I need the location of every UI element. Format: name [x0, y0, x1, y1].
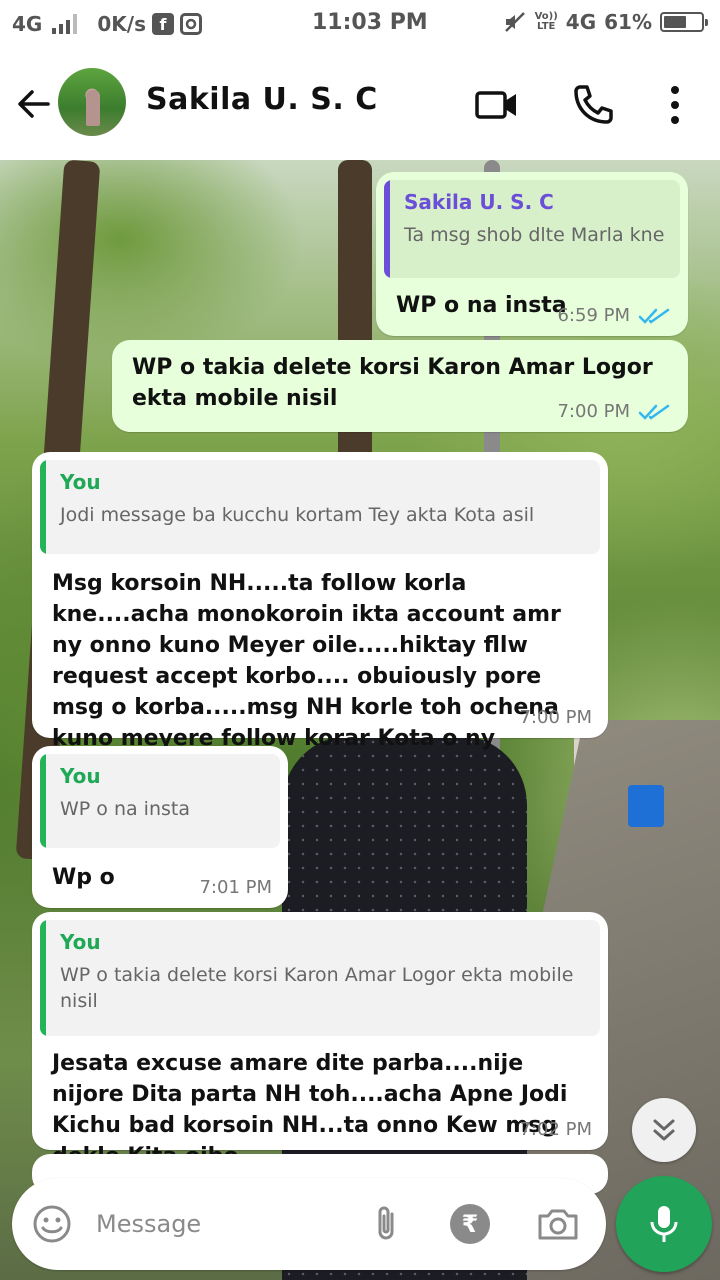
- message-time: 7:01 PM: [199, 877, 272, 898]
- quote-text: WP o na insta: [60, 798, 190, 820]
- quoted-message[interactable]: You Jodi message ba kucchu kortam Tey ak…: [40, 460, 600, 554]
- quote-author: You: [60, 764, 101, 788]
- message-meta: 7:01 PM: [199, 877, 272, 898]
- quoted-message[interactable]: You WP o na insta: [40, 754, 280, 848]
- message-bubble-outgoing[interactable]: Sakila U. S. C Ta msg shob dlte Marla kn…: [376, 172, 688, 336]
- status-bar: 4G 0K/s f 11:03 PM Vo)) LTE 4G 61%: [0, 0, 720, 48]
- message-time: 6:59 PM: [557, 305, 630, 326]
- chat-list: Sakila U. S. C Ta msg shob dlte Marla kn…: [0, 160, 720, 1194]
- scroll-to-bottom-button[interactable]: [632, 1098, 696, 1162]
- quote-author: You: [60, 470, 101, 494]
- network-type-2: 4G: [565, 10, 597, 34]
- quote-text: WP o takia delete korsi Karon Amar Logor…: [60, 964, 574, 1012]
- quoted-message[interactable]: Sakila U. S. C Ta msg shob dlte Marla kn…: [384, 180, 680, 278]
- message-bubble-incoming[interactable]: You Jodi message ba kucchu kortam Tey ak…: [32, 452, 608, 751]
- message-meta: 7:02 PM: [519, 1119, 592, 1140]
- message-time: 7:00 PM: [519, 707, 592, 728]
- quote-text: Ta msg shob dlte Marla kne: [404, 224, 665, 246]
- emoji-icon[interactable]: [32, 1204, 72, 1244]
- quote-text: Jodi message ba kucchu kortam Tey akta K…: [60, 504, 535, 526]
- message-bubble-incoming[interactable]: You WP o takia delete korsi Karon Amar L…: [32, 912, 608, 1169]
- camera-icon[interactable]: [536, 1204, 580, 1244]
- clock: 11:03 PM: [312, 10, 428, 35]
- avatar[interactable]: [58, 68, 126, 136]
- message-meta: 7:00 PM: [519, 707, 592, 728]
- volte-indicator: Vo)) LTE: [535, 12, 558, 32]
- read-ticks-icon: [638, 404, 670, 420]
- facebook-icon: f: [151, 13, 174, 35]
- message-meta: 7:00 PM: [557, 401, 672, 422]
- more-vert-icon[interactable]: [652, 82, 698, 128]
- battery-fill: [664, 16, 686, 28]
- status-right: Vo)) LTE 4G 61%: [503, 10, 708, 34]
- mute-icon: [504, 12, 525, 32]
- message-input[interactable]: [96, 1202, 356, 1246]
- attach-icon[interactable]: [368, 1204, 404, 1244]
- quote-author: You: [60, 930, 101, 954]
- payment-rupee-icon[interactable]: ₹: [450, 1204, 490, 1244]
- quote-author: Sakila U. S. C: [404, 190, 554, 214]
- message-text: Jesata excuse amare dite parba....nije n…: [52, 1051, 568, 1169]
- contact-name[interactable]: Sakila U. S. C: [146, 82, 378, 117]
- battery-percent: 61%: [604, 10, 652, 34]
- microphone-icon: [650, 1206, 678, 1242]
- message-time: 7:00 PM: [557, 401, 630, 422]
- battery-icon: [660, 12, 708, 32]
- read-ticks-icon: [638, 308, 670, 324]
- video-call-icon[interactable]: [474, 82, 520, 128]
- network-speed: 0K/s: [97, 12, 146, 36]
- chat-header: Sakila U. S. C: [0, 48, 720, 160]
- back-arrow-icon[interactable]: [14, 84, 54, 124]
- message-bubble-incoming[interactable]: You WP o na insta Wp o 7:01 PM: [32, 746, 288, 908]
- chevron-double-down-icon: [653, 1119, 675, 1141]
- message-composer: ₹: [12, 1178, 606, 1270]
- status-left: 4G 0K/s f: [12, 12, 202, 36]
- signal-icon: [52, 14, 78, 34]
- message-time: 7:02 PM: [519, 1119, 592, 1140]
- voice-record-button[interactable]: [616, 1176, 712, 1272]
- volte-bottom: LTE: [536, 21, 556, 32]
- network-type: 4G: [12, 12, 43, 36]
- message-bubble-outgoing[interactable]: WP o takia delete korsi Karon Amar Logor…: [112, 340, 688, 432]
- phone-icon[interactable]: [570, 82, 616, 128]
- message-meta: 6:59 PM: [557, 305, 672, 326]
- message-text: Msg korsoin NH.....ta follow korla kne..…: [52, 571, 561, 751]
- quoted-message[interactable]: You WP o takia delete korsi Karon Amar L…: [40, 920, 600, 1036]
- instagram-icon: [179, 13, 202, 35]
